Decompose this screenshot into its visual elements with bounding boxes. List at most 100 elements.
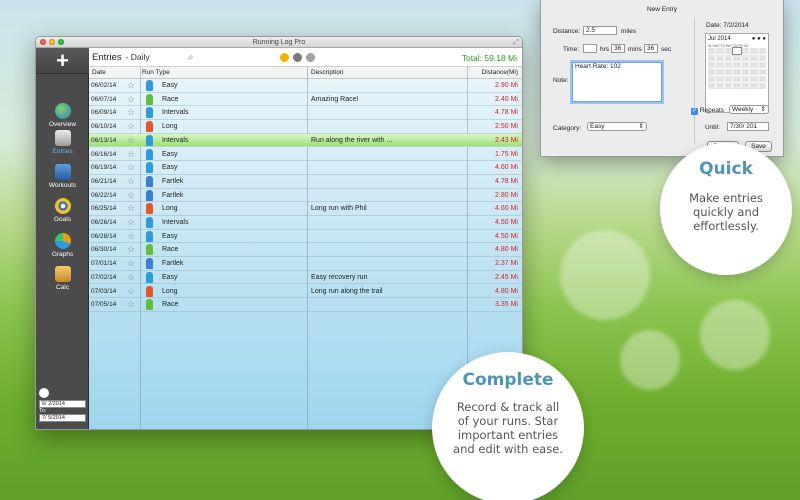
minimize-button[interactable] xyxy=(49,39,55,45)
calendar-day[interactable] xyxy=(724,83,733,89)
calendar-day[interactable] xyxy=(708,62,716,68)
table-row[interactable]: 06/21/14 ☆ Fartlek 4.78 Mi xyxy=(89,175,522,189)
star-icon[interactable]: ☆ xyxy=(127,107,135,118)
star-icon[interactable]: ☆ xyxy=(127,135,135,146)
calendar-day[interactable] xyxy=(750,62,758,68)
calendar-day[interactable] xyxy=(741,55,750,61)
calendar-day[interactable] xyxy=(733,55,741,61)
star-icon[interactable]: ☆ xyxy=(127,190,135,201)
info-icon[interactable] xyxy=(293,53,302,62)
calendar-day[interactable] xyxy=(741,62,750,68)
sidebar-item-goals[interactable]: Goals xyxy=(36,198,89,223)
table-row[interactable]: 07/02/14 ☆ Easy Easy recovery run 2.45 Mi xyxy=(89,271,522,285)
minutes-field[interactable]: 36 xyxy=(611,44,625,53)
star-icon[interactable]: ☆ xyxy=(127,244,135,255)
star-icon[interactable]: ☆ xyxy=(127,258,135,269)
calendar-day[interactable] xyxy=(708,76,716,82)
sidebar-item-workouts[interactable]: Workouts xyxy=(36,164,89,189)
calendar-day[interactable] xyxy=(741,83,750,89)
note-field[interactable]: Heart Rate: 102 xyxy=(572,62,662,102)
star-icon[interactable]: ☆ xyxy=(127,272,135,283)
star-icon[interactable]: ☆ xyxy=(127,149,135,160)
calendar-day[interactable] xyxy=(750,76,758,82)
star-icon[interactable]: ☆ xyxy=(127,121,135,132)
calendar-day[interactable] xyxy=(716,76,724,82)
calendar-day[interactable] xyxy=(708,55,716,61)
close-button[interactable] xyxy=(40,39,46,45)
table-row[interactable]: 06/13/14 ☆ Intervals Run along the river wi… xyxy=(89,133,522,148)
calendar-day[interactable] xyxy=(724,76,733,82)
star-icon[interactable]: ☆ xyxy=(127,286,135,297)
date-to-field[interactable]: 7/ 5/2014 xyxy=(39,414,86,422)
calendar-day[interactable] xyxy=(758,62,766,68)
column-date[interactable]: Date xyxy=(92,69,106,76)
search-icon[interactable]: ⌕ xyxy=(188,52,194,63)
calendar-day[interactable] xyxy=(758,83,766,89)
zoom-button[interactable] xyxy=(58,39,64,45)
calendar-day[interactable] xyxy=(750,69,758,75)
table-row[interactable]: 06/16/14 ☆ Easy 1.75 Mi xyxy=(89,148,522,162)
calendar-day[interactable] xyxy=(716,69,724,75)
calendar-day[interactable] xyxy=(716,62,724,68)
hours-field[interactable] xyxy=(583,44,597,53)
table-row[interactable]: 07/03/14 ☆ Long Long run along the trail 4.8… xyxy=(89,285,522,299)
star-icon[interactable]: ☆ xyxy=(127,80,135,91)
star-icon[interactable]: ☆ xyxy=(127,94,135,105)
star-filter-icon[interactable] xyxy=(280,53,289,62)
calendar-day[interactable] xyxy=(716,83,724,89)
calendar-day[interactable] xyxy=(758,55,766,61)
sidebar-item-calc[interactable]: Calc xyxy=(36,266,89,291)
calendar-day[interactable] xyxy=(732,47,742,55)
view-mode-selector[interactable]: - Daily xyxy=(126,52,150,62)
repeats-select[interactable]: Weekly ⇕ xyxy=(729,105,769,114)
calendar-day[interactable] xyxy=(733,69,741,75)
table-row[interactable]: 06/07/14 ☆ Race Amazing Race! 2.40 Mi xyxy=(89,93,522,107)
table-row[interactable]: 06/02/14 ☆ Easy 2.90 Mi xyxy=(89,79,522,93)
calendar-day[interactable] xyxy=(750,83,758,89)
calendar-day[interactable] xyxy=(716,55,724,61)
table-row[interactable]: 07/01/14 ☆ Fartlek 2.37 Mi xyxy=(89,257,522,271)
column-description[interactable]: Description xyxy=(311,69,344,76)
calendar-day[interactable] xyxy=(724,48,733,54)
calendar-day[interactable] xyxy=(724,55,733,61)
calendar-day[interactable] xyxy=(733,76,741,82)
star-icon[interactable]: ☆ xyxy=(127,299,135,310)
calendar-day[interactable] xyxy=(733,62,741,68)
table-row[interactable]: 06/30/14 ☆ Race 4.80 Mi xyxy=(89,243,522,258)
until-field[interactable]: 7/30/ 201 xyxy=(727,122,769,131)
repeats-checkbox[interactable]: ✓ Repeats xyxy=(691,107,724,115)
calendar-day[interactable] xyxy=(708,83,716,89)
table-row[interactable]: 06/10/14 ☆ Long 2.50 Mi xyxy=(89,120,522,134)
table-row[interactable]: 06/22/14 ☆ Fartlek 2.80 Mi xyxy=(89,189,522,203)
calendar-day[interactable] xyxy=(758,69,766,75)
calendar-day[interactable] xyxy=(708,48,716,54)
table-row[interactable]: 07/05/14 ☆ Race 3.35 Mi xyxy=(89,298,522,312)
column-run-type[interactable]: Run Type xyxy=(142,69,170,76)
date-calendar[interactable]: Jul 2014 ● ● ● SU MO TU WE TH FR SA xyxy=(705,33,769,113)
sidebar-item-overview[interactable]: Overview xyxy=(36,103,89,128)
star-icon[interactable]: ☆ xyxy=(127,231,135,242)
distance-field[interactable]: 2.5 xyxy=(583,26,617,35)
gear-icon[interactable] xyxy=(306,53,315,62)
calendar-day[interactable] xyxy=(724,62,733,68)
star-icon[interactable]: ☆ xyxy=(127,217,135,228)
calendar-day[interactable] xyxy=(716,48,724,54)
star-icon[interactable]: ☆ xyxy=(127,203,135,214)
calendar-day[interactable] xyxy=(733,83,741,89)
calendar-day[interactable] xyxy=(758,76,766,82)
table-row[interactable]: 06/28/14 ☆ Easy 4.50 Mi xyxy=(89,230,522,244)
calendar-day[interactable] xyxy=(750,48,758,54)
star-icon[interactable]: ☆ xyxy=(127,176,135,187)
calendar-day[interactable] xyxy=(741,69,750,75)
seconds-field[interactable]: 36 xyxy=(644,44,658,53)
table-row[interactable]: 06/26/14 ☆ Intervals 4.50 Mi xyxy=(89,216,522,230)
calendar-day[interactable] xyxy=(750,55,758,61)
category-select[interactable]: Easy ⇕ xyxy=(587,122,647,131)
fullscreen-icon[interactable]: ⤢ xyxy=(513,37,519,48)
date-from-field[interactable]: 6/ 2/2014 xyxy=(39,400,86,408)
sidebar-item-entries[interactable]: Entries xyxy=(36,130,89,155)
star-icon[interactable]: ☆ xyxy=(127,162,135,173)
calendar-day[interactable] xyxy=(741,76,750,82)
table-row[interactable]: 06/25/14 ☆ Long Long run with Phil 4.60 Mi xyxy=(89,202,522,216)
column-distance[interactable]: Distance(Mi) xyxy=(482,69,518,76)
